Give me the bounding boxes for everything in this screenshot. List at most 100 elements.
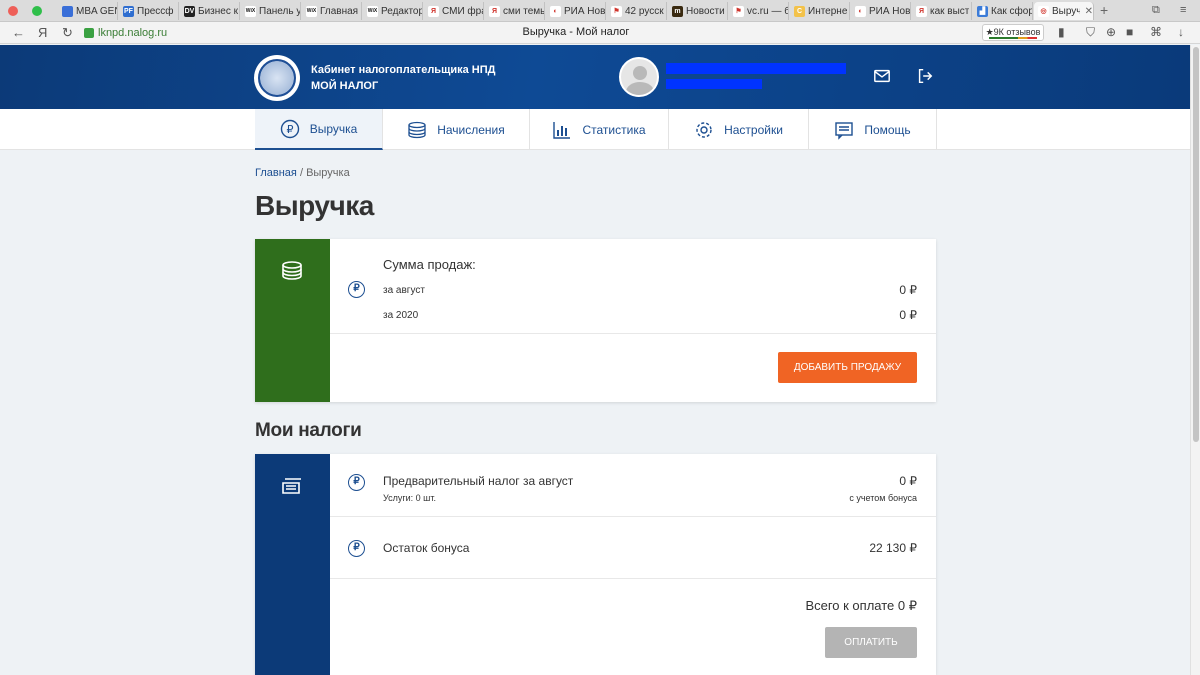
wix-icon: WiX — [245, 5, 256, 17]
flag-icon: ⚑ — [611, 5, 622, 17]
browser-tab[interactable]: MBA GEN — [58, 2, 118, 20]
tab-label: Настройки — [724, 122, 783, 137]
tab-label: Выручка — [309, 121, 358, 136]
news-icon: m — [672, 5, 683, 17]
browser-tab[interactable]: Ясми темы — [485, 2, 545, 20]
divider — [330, 578, 936, 579]
page-scrollbar[interactable] — [1190, 45, 1200, 675]
divider — [330, 516, 936, 517]
tab-label: 42 русск — [625, 5, 664, 17]
sales-month-value: 0 ₽ — [899, 283, 917, 297]
tab-label: СМИ фра — [442, 5, 483, 17]
c-icon: C — [794, 5, 805, 17]
ruble-icon: ₽ — [348, 474, 365, 491]
dv-icon: DV — [184, 5, 195, 17]
ruble-glyph: ₽ — [286, 123, 293, 136]
browser-tab[interactable]: PF Прессф — [119, 2, 179, 20]
sales-heading: Сумма продаж: — [383, 257, 476, 272]
total-to-pay: Всего к оплате 0 ₽ — [805, 598, 917, 613]
browser-tab[interactable]: ◎ Выруч ✕ — [1034, 2, 1094, 20]
fns-emblem-logo[interactable] — [254, 55, 300, 101]
mail-icon[interactable] — [873, 67, 891, 85]
bonus-label: Остаток бонуса — [383, 541, 470, 555]
tab-label: MBA GEN — [76, 5, 117, 17]
wix-icon: WiX — [306, 5, 317, 17]
ruble-icon: ₽ — [348, 281, 365, 298]
tab-label: Статистика — [582, 122, 646, 137]
brand-subtitle: МОЙ НАЛОГ — [311, 80, 379, 92]
avatar[interactable] — [619, 57, 659, 97]
logout-icon[interactable] — [916, 67, 934, 85]
browser-tab[interactable]: ◐ РИА Нов — [546, 2, 606, 20]
browser-tab[interactable]: C Интерне — [790, 2, 850, 20]
browser-tab[interactable]: WiX Панель у — [241, 2, 301, 20]
user-name-redacted — [666, 63, 846, 74]
pay-button[interactable]: ОПЛАТИТЬ — [825, 627, 917, 658]
banknotes-icon — [282, 478, 301, 494]
tab-accruals[interactable]: Начисления — [383, 109, 530, 150]
pf-icon: PF — [123, 5, 134, 17]
globe-icon[interactable]: ⊕ — [1106, 25, 1116, 39]
browser-tab[interactable]: WiX Редактор — [363, 2, 423, 20]
preliminary-tax-label: Предварительный налог за август — [383, 474, 574, 488]
ria-icon: ◐ — [550, 5, 561, 17]
nalog-icon: ◎ — [1038, 5, 1049, 17]
tabs-overview-icon[interactable]: ⧉ — [1152, 4, 1160, 17]
ria-icon: ◐ — [855, 5, 866, 17]
taxes-card-sidebar — [255, 454, 330, 675]
gear-icon — [696, 121, 712, 138]
breadcrumb-current: Выручка — [306, 167, 350, 179]
tab-label: РИА Нов — [869, 5, 910, 17]
tab-settings[interactable]: Настройки — [669, 109, 809, 150]
new-tab-button[interactable]: + — [1100, 2, 1108, 18]
taxes-heading: Мои налоги — [255, 420, 362, 441]
browser-tab[interactable]: m Новости — [668, 2, 728, 20]
sales-month-label: за август — [383, 285, 425, 296]
tab-close-icon[interactable]: ✕ — [1085, 6, 1093, 17]
browser-tab[interactable]: ◐ РИА Нов — [851, 2, 911, 20]
page-title: Выручка — [255, 190, 374, 221]
browser-tab[interactable]: Я СМИ фра — [424, 2, 484, 20]
chart-icon: ▟ — [977, 5, 988, 17]
main-nav: ₽ Выручка Начисления Статистика Настройк… — [0, 109, 1190, 150]
tab-label: Бизнес к — [198, 5, 238, 17]
download-icon[interactable]: ↓ — [1178, 25, 1184, 39]
tab-label: Выруч — [1052, 5, 1080, 17]
tab-revenue[interactable]: ₽ Выручка — [255, 109, 383, 150]
help-icon — [835, 121, 854, 140]
menu-icon[interactable]: ≡ — [1180, 4, 1186, 16]
coins-stack-icon — [282, 261, 302, 280]
browser-tab[interactable]: DV Бизнес к — [180, 2, 240, 20]
bookmark-icon[interactable]: ▮ — [1058, 25, 1065, 39]
shield-icon[interactable]: ⛉ — [1086, 25, 1095, 40]
tab-label: Помощь — [864, 122, 911, 137]
tab-label: Начисления — [437, 122, 505, 137]
window-close-button[interactable] — [8, 6, 18, 16]
browser-tab[interactable]: ⚑ 42 русск — [607, 2, 667, 20]
window-maximize-button[interactable] — [32, 6, 42, 16]
browser-tab[interactable]: ▟ Как сфор — [973, 2, 1033, 20]
tab-help[interactable]: Помощь — [809, 109, 937, 150]
divider — [330, 333, 936, 334]
coins-icon — [408, 121, 426, 138]
browser-tab[interactable]: ⚑ vc.ru — б — [729, 2, 789, 20]
browser-tab-bar: MBA GENPFПрессфDVБизнес кWiXПанель уWiXГ… — [0, 0, 1200, 22]
translate-icon[interactable]: ⌘ — [1150, 25, 1162, 39]
add-sale-button[interactable]: ДОБАВИТЬ ПРОДАЖУ — [778, 352, 917, 383]
tab-statistics[interactable]: Статистика — [530, 109, 669, 150]
breadcrumb-home-link[interactable]: Главная — [255, 167, 297, 179]
user-inn-redacted — [666, 79, 762, 89]
tab-label: Как сфор — [991, 5, 1032, 17]
ruble-icon: ₽ — [348, 540, 365, 557]
sales-year-label: за 2020 — [383, 310, 419, 321]
sales-card-sidebar — [255, 239, 330, 402]
address-bar: ← Я ↻ lknpd.nalog.ru Выручка - Мой налог… — [0, 22, 1200, 44]
reviews-badge[interactable]: ★9К отзывов — [982, 24, 1044, 41]
scrollbar-thumb[interactable] — [1193, 47, 1199, 442]
site-header: Кабинет налогоплательщика НПД МОЙ НАЛОГ — [0, 45, 1190, 109]
ruble-icon: ₽ — [280, 119, 299, 138]
extension-icon[interactable]: ■ — [1126, 25, 1133, 39]
tab-label: vc.ru — б — [747, 5, 788, 17]
browser-tab[interactable]: Якак выст — [912, 2, 972, 20]
browser-tab[interactable]: WiX Главная — [302, 2, 362, 20]
